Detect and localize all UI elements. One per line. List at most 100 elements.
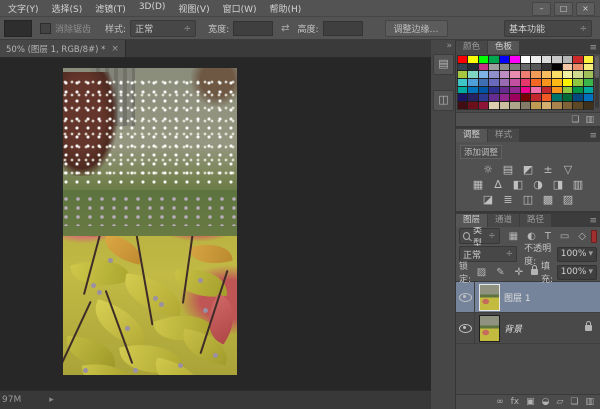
color-swatch[interactable] bbox=[519, 78, 532, 87]
menu-item[interactable]: 视图(V) bbox=[178, 2, 209, 15]
panel-menu-icon[interactable]: ≡ bbox=[589, 131, 597, 141]
color-swatch[interactable] bbox=[582, 62, 595, 72]
color-swatch[interactable] bbox=[509, 93, 521, 103]
minimize-button[interactable]: – bbox=[532, 2, 551, 16]
color-swatch[interactable] bbox=[498, 70, 511, 80]
color-swatch[interactable] bbox=[519, 62, 532, 72]
color-swatch[interactable] bbox=[456, 78, 469, 87]
color-swatch[interactable] bbox=[498, 101, 511, 110]
color-swatch[interactable] bbox=[582, 101, 595, 110]
close-icon[interactable]: × bbox=[111, 44, 119, 54]
color-swatch[interactable] bbox=[572, 93, 584, 103]
color-swatch[interactable] bbox=[488, 85, 500, 95]
color-swatch[interactable] bbox=[477, 78, 490, 87]
menu-item[interactable]: 3D(D) bbox=[139, 2, 166, 15]
color-swatch[interactable] bbox=[498, 93, 511, 103]
selective-color-icon[interactable]: ▨ bbox=[561, 193, 575, 206]
color-swatch[interactable] bbox=[540, 70, 553, 80]
lock-transparent-pixels-icon[interactable]: ▨ bbox=[477, 267, 486, 278]
color-swatch[interactable] bbox=[540, 93, 553, 103]
color-swatch[interactable] bbox=[467, 85, 479, 95]
color-swatch[interactable] bbox=[509, 85, 521, 95]
menu-item[interactable]: 窗口(W) bbox=[223, 2, 257, 15]
color-swatch[interactable] bbox=[519, 93, 532, 103]
close-button[interactable]: × bbox=[576, 2, 595, 16]
color-swatch[interactable] bbox=[509, 78, 521, 87]
color-swatch[interactable] bbox=[519, 55, 532, 64]
color-swatch[interactable] bbox=[582, 70, 595, 80]
filter-pixel-layers-icon[interactable]: ▦ bbox=[509, 231, 518, 242]
color-swatch[interactable] bbox=[509, 62, 521, 72]
color-swatch[interactable] bbox=[477, 93, 490, 103]
color-swatch[interactable] bbox=[572, 85, 584, 95]
color-swatch[interactable] bbox=[540, 85, 553, 95]
layer-effects-button[interactable]: fx bbox=[511, 397, 520, 407]
color-swatch[interactable] bbox=[530, 101, 542, 110]
color-swatch[interactable] bbox=[561, 62, 574, 72]
color-swatch[interactable] bbox=[467, 78, 479, 87]
new-layer-button[interactable]: ❏ bbox=[570, 397, 578, 407]
lock-image-pixels-icon[interactable]: ✎ bbox=[496, 267, 504, 278]
color-swatch[interactable] bbox=[498, 85, 511, 95]
color-swatch[interactable] bbox=[488, 78, 500, 87]
color-swatch[interactable] bbox=[551, 85, 563, 95]
color-swatch[interactable] bbox=[519, 70, 532, 80]
filter-adjustment-layers-icon[interactable]: ◐ bbox=[527, 231, 536, 242]
color-swatch[interactable] bbox=[456, 101, 469, 110]
layer-filter-toggle[interactable] bbox=[591, 229, 597, 243]
opacity-field[interactable]: 100% ▾ bbox=[556, 246, 597, 262]
color-swatch[interactable] bbox=[582, 93, 595, 103]
layer-visibility-toggle[interactable] bbox=[456, 313, 475, 343]
color-swatch[interactable] bbox=[509, 70, 521, 80]
color-swatch[interactable] bbox=[572, 55, 584, 64]
color-swatch[interactable] bbox=[572, 101, 584, 110]
brightness-contrast-icon[interactable]: ☼ bbox=[481, 163, 495, 176]
black-white-icon[interactable]: ◧ bbox=[511, 178, 525, 191]
color-swatch[interactable] bbox=[456, 93, 469, 103]
filter-type-layers-icon[interactable]: T bbox=[545, 231, 551, 242]
exposure-icon[interactable]: ± bbox=[541, 163, 555, 176]
menu-item[interactable]: 帮助(H) bbox=[270, 2, 302, 15]
color-swatch[interactable] bbox=[530, 85, 542, 95]
add-layer-mask-button[interactable]: ▣ bbox=[526, 397, 535, 407]
document-tab[interactable]: 50% (图层 1, RGB/8#) * × bbox=[0, 40, 126, 57]
color-swatch[interactable] bbox=[530, 55, 542, 64]
panel-menu-icon[interactable]: ≡ bbox=[589, 43, 597, 53]
layer-row[interactable]: 背景 bbox=[456, 313, 600, 344]
fill-field[interactable]: 100% ▾ bbox=[556, 264, 597, 280]
color-balance-icon[interactable]: ∆ bbox=[491, 178, 505, 191]
color-swatch[interactable] bbox=[551, 101, 563, 110]
color-swatch[interactable] bbox=[540, 101, 553, 110]
color-swatch[interactable] bbox=[498, 78, 511, 87]
color-swatch[interactable] bbox=[467, 62, 479, 72]
panel-menu-icon[interactable]: ≡ bbox=[589, 216, 597, 226]
color-swatch[interactable] bbox=[551, 62, 563, 72]
gradient-map-icon[interactable]: ▩ bbox=[541, 193, 555, 206]
color-swatch[interactable] bbox=[561, 70, 574, 80]
tab-layers[interactable]: 图层 bbox=[456, 214, 488, 227]
color-swatch[interactable] bbox=[582, 55, 595, 64]
channel-mixer-icon[interactable]: ◨ bbox=[551, 178, 565, 191]
link-layers-button[interactable]: ∞ bbox=[496, 397, 504, 407]
color-swatch[interactable] bbox=[477, 70, 490, 80]
levels-icon[interactable]: ▤ bbox=[501, 163, 515, 176]
color-swatch[interactable] bbox=[488, 62, 500, 72]
color-swatch[interactable] bbox=[477, 85, 490, 95]
collapsed-panel-icon-1[interactable]: ▤ bbox=[433, 54, 454, 75]
status-expand-icon[interactable]: ▸ bbox=[49, 395, 54, 405]
color-swatch[interactable] bbox=[467, 55, 479, 64]
vibrance-icon[interactable]: ▽ bbox=[561, 163, 575, 176]
color-swatch[interactable] bbox=[488, 70, 500, 80]
color-swatch[interactable] bbox=[561, 78, 574, 87]
color-swatch[interactable] bbox=[467, 101, 479, 110]
height-input[interactable] bbox=[322, 21, 363, 36]
invert-icon[interactable]: ◪ bbox=[481, 193, 495, 206]
tab-paths[interactable]: 路径 bbox=[520, 214, 552, 227]
swap-dimensions-icon[interactable]: ⇄ bbox=[281, 23, 289, 34]
color-swatch[interactable] bbox=[509, 55, 521, 64]
color-swatch[interactable] bbox=[540, 78, 553, 87]
expand-dock-icon[interactable]: » bbox=[446, 41, 452, 51]
curves-icon[interactable]: ◩ bbox=[521, 163, 535, 176]
color-swatch[interactable] bbox=[530, 93, 542, 103]
color-swatch[interactable] bbox=[477, 62, 490, 72]
